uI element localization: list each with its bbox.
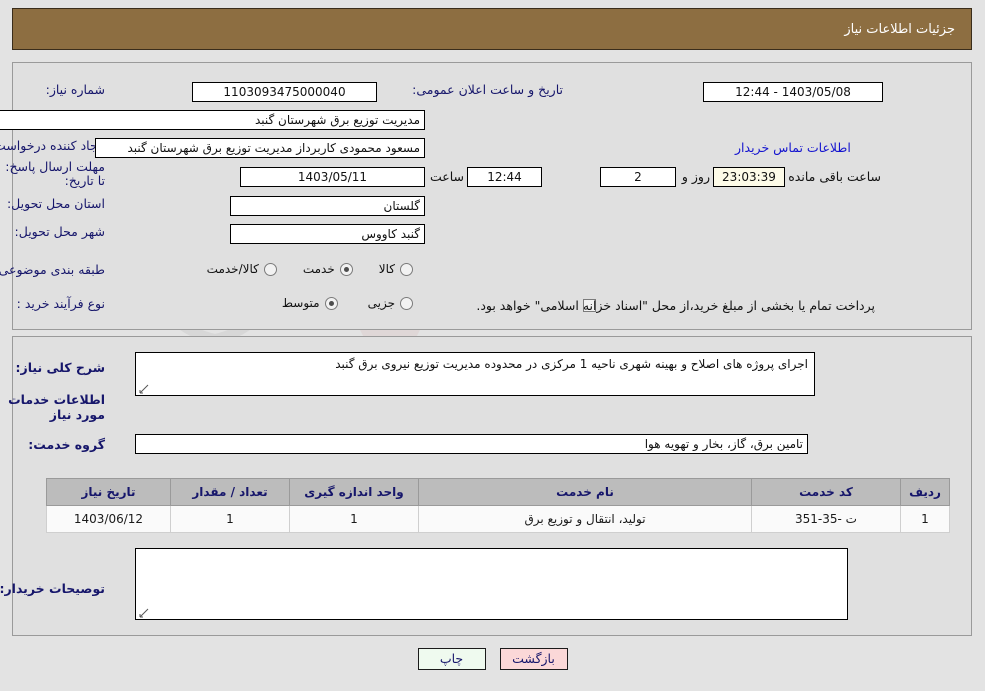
- description-label: شرح کلی نیاز:: [15, 360, 105, 375]
- process-label-wrap: نوع فرآیند خرید :: [17, 296, 105, 311]
- category-option-kala-khedmat-label: کالا/خدمت: [206, 262, 259, 276]
- requester-label-wrap: ایجاد کننده درخواست:: [0, 138, 105, 153]
- cell-quantity: 1: [170, 505, 290, 533]
- category-option-kala-khedmat[interactable]: کالا/خدمت: [207, 262, 277, 276]
- resize-grip-icon[interactable]: [139, 384, 149, 394]
- remaining-days-value: 2: [600, 167, 676, 187]
- table-row: 1 ت -35-351 تولید، انتقال و توزیع برق 1 …: [46, 505, 950, 533]
- cell-name: تولید، انتقال و توزیع برق: [418, 505, 752, 533]
- radio-kala-khedmat-icon[interactable]: [263, 262, 277, 276]
- deadline-date-value: 1403/05/11: [240, 167, 425, 187]
- th-code: کد خدمت: [751, 478, 901, 506]
- resize-grip-comments-icon[interactable]: [139, 608, 149, 618]
- buyer-comments-textarea[interactable]: [135, 548, 848, 620]
- radio-motevaset-icon[interactable]: [324, 296, 338, 310]
- city-label-wrap: شهر محل تحویل:: [15, 224, 105, 239]
- hour-label: ساعت: [429, 169, 464, 184]
- countdown-value: 23:03:39: [713, 167, 785, 187]
- th-unit: واحد اندازه گیری: [289, 478, 419, 506]
- announce-date-value: 1403/05/08 - 12:44: [703, 82, 883, 102]
- th-name: نام خدمت: [418, 478, 752, 506]
- radio-khedmat-icon[interactable]: [339, 262, 353, 276]
- description-value: اجرای پروژه های اصلاح و بهینه شهری ناحیه…: [335, 357, 808, 371]
- services-section-title: اطلاعات خدمات مورد نیاز: [8, 392, 105, 422]
- category-option-kala[interactable]: کالا: [379, 262, 413, 276]
- category-option-khedmat-label: خدمت: [302, 262, 335, 276]
- buyer-comments-label: توصیحات خریدار:: [0, 581, 105, 596]
- process-option-motevaset-label: متوسط: [281, 296, 320, 310]
- buyer-org-value: مدیریت توزیع برق شهرستان گنبد: [0, 110, 425, 130]
- need-info-panel: [12, 62, 972, 330]
- category-label-wrap: طبقه بندی موضوعی:: [0, 262, 105, 277]
- radio-jozei-icon[interactable]: [400, 296, 413, 310]
- need-number-value: 1103093475000040: [192, 82, 377, 102]
- category-option-kala-label: کالا: [378, 262, 395, 276]
- service-group-label: گروه خدمت:: [28, 437, 105, 452]
- table-header-row: ردیف کد خدمت نام خدمت واحد اندازه گیری ت…: [46, 478, 950, 506]
- th-need-date: تاریخ نیاز: [46, 478, 171, 506]
- treasury-bonds-note: پرداخت تمام یا بخشی از مبلغ خرید،از محل …: [476, 298, 875, 313]
- need-number-row: شماره نیاز:: [46, 82, 105, 97]
- days-label: روز و: [681, 169, 710, 184]
- cell-unit: 1: [289, 505, 419, 533]
- print-button[interactable]: چاپ: [417, 648, 486, 670]
- buyer-contact-link[interactable]: اطلاعات تماس خریدار: [735, 140, 851, 155]
- category-label: طبقه بندی موضوعی:: [0, 262, 105, 277]
- th-radif: ردیف: [900, 478, 950, 506]
- announce-label-wrap: تاریخ و ساعت اعلان عمومی:: [412, 82, 563, 97]
- requester-label: ایجاد کننده درخواست:: [0, 138, 105, 153]
- page-title-bar: جزئیات اطلاعات نیاز: [12, 8, 972, 50]
- process-option-motevaset[interactable]: متوسط: [282, 296, 338, 310]
- service-group-value: تامین برق، گاز، بخار و تهویه هوا: [135, 434, 808, 454]
- process-type-label: نوع فرآیند خرید :: [16, 296, 105, 311]
- radio-kala-icon[interactable]: [400, 262, 413, 276]
- button-bar: بازگشت چاپ: [0, 648, 985, 670]
- process-option-jozei[interactable]: جزیی: [368, 296, 413, 310]
- requester-value: مسعود محمودی کاربرداز مدیریت توزیع برق ش…: [95, 138, 425, 158]
- description-textarea[interactable]: اجرای پروژه های اصلاح و بهینه شهری ناحیه…: [135, 352, 815, 396]
- countdown-label: ساعت باقی مانده: [788, 169, 881, 184]
- deadline-time-value: 12:44: [467, 167, 542, 187]
- category-option-khedmat[interactable]: خدمت: [303, 262, 353, 276]
- city-label: شهر محل تحویل:: [14, 224, 105, 239]
- cell-radif: 1: [900, 505, 950, 533]
- announce-date-label: تاریخ و ساعت اعلان عمومی:: [412, 82, 563, 97]
- city-value: گنبد کاووس: [230, 224, 425, 244]
- province-label: استان محل تحویل:: [6, 196, 105, 211]
- back-button[interactable]: بازگشت: [499, 648, 568, 670]
- need-number-label: شماره نیاز:: [45, 82, 105, 97]
- process-radio-group: جزیی متوسط: [282, 296, 413, 310]
- province-label-wrap: استان محل تحویل:: [7, 196, 105, 211]
- page-title: جزئیات اطلاعات نیاز: [844, 21, 955, 37]
- cell-code: ت -35-351: [751, 505, 901, 533]
- category-radio-group: کالا خدمت کالا/خدمت: [207, 262, 413, 276]
- process-option-jozei-label: جزیی: [367, 296, 395, 310]
- th-quantity: تعداد / مقدار: [170, 478, 290, 506]
- province-value: گلستان: [230, 196, 425, 216]
- deadline-label: مهلت ارسال پاسخ: تا تاریخ:: [5, 159, 105, 188]
- services-table: ردیف کد خدمت نام خدمت واحد اندازه گیری ت…: [46, 478, 950, 533]
- cell-need-date: 1403/06/12: [46, 505, 171, 533]
